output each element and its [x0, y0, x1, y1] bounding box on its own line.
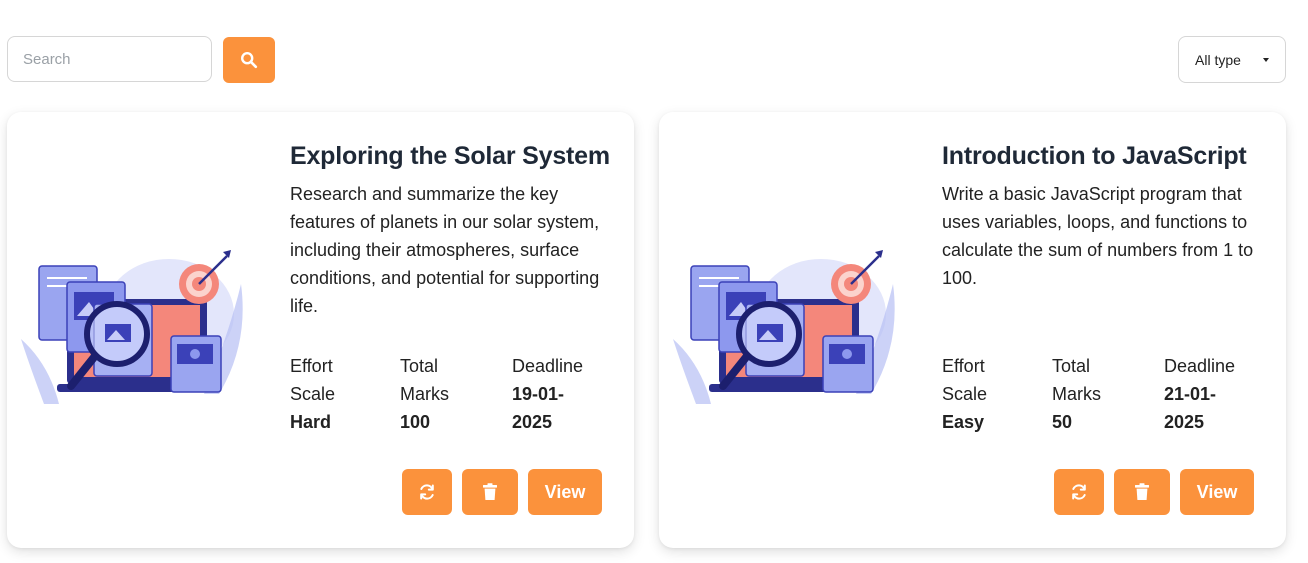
deadline: Deadline 19-01-2025 [512, 352, 592, 436]
card-description: Write a basic JavaScript program that us… [942, 184, 1254, 288]
view-button[interactable]: View [1180, 469, 1254, 515]
trash-icon [1135, 483, 1149, 500]
delete-button[interactable] [1114, 469, 1170, 515]
type-filter-value: All type [1195, 51, 1241, 68]
effort-scale: Effort Scale Easy [942, 352, 1032, 436]
search-icon [240, 51, 258, 69]
effort-scale-label: Effort Scale [942, 356, 988, 404]
card-description: Research and summarize the key features … [290, 184, 600, 316]
total-marks-label: Total Marks [1052, 356, 1101, 404]
effort-scale-value: Easy [942, 412, 985, 432]
refresh-icon [420, 484, 434, 500]
trash-icon [483, 483, 497, 500]
card-title: Exploring the Solar System [290, 142, 610, 170]
type-filter-select[interactable]: All type [1178, 36, 1286, 83]
assignment-card: Introduction to JavaScript Write a basic… [659, 112, 1286, 548]
effort-scale: Effort Scale Hard [290, 352, 380, 436]
refresh-button[interactable] [402, 469, 452, 515]
deadline-label: Deadline [1164, 356, 1236, 376]
effort-scale-label: Effort Scale [290, 356, 336, 404]
total-marks-label: Total Marks [400, 356, 449, 404]
assignment-card: Exploring the Solar System Research and … [7, 112, 634, 548]
search-button[interactable] [223, 37, 275, 83]
total-marks-value: 50 [1052, 412, 1073, 432]
total-marks-value: 100 [400, 412, 431, 432]
card-title: Introduction to JavaScript [942, 142, 1247, 170]
view-button[interactable]: View [528, 469, 602, 515]
caret-down-icon [1263, 58, 1269, 62]
effort-scale-value: Hard [290, 412, 332, 432]
research-illustration [673, 250, 895, 404]
search-input[interactable] [7, 36, 212, 82]
total-marks: Total Marks 100 [400, 352, 490, 436]
refresh-button[interactable] [1054, 469, 1104, 515]
deadline: Deadline 21-01-2025 [1164, 352, 1244, 436]
research-illustration [21, 250, 243, 404]
total-marks: Total Marks 50 [1052, 352, 1142, 436]
refresh-icon [1072, 484, 1086, 500]
deadline-value: 21-01-2025 [1164, 384, 1217, 432]
delete-button[interactable] [462, 469, 518, 515]
deadline-value: 19-01-2025 [512, 384, 565, 432]
deadline-label: Deadline [512, 356, 584, 376]
